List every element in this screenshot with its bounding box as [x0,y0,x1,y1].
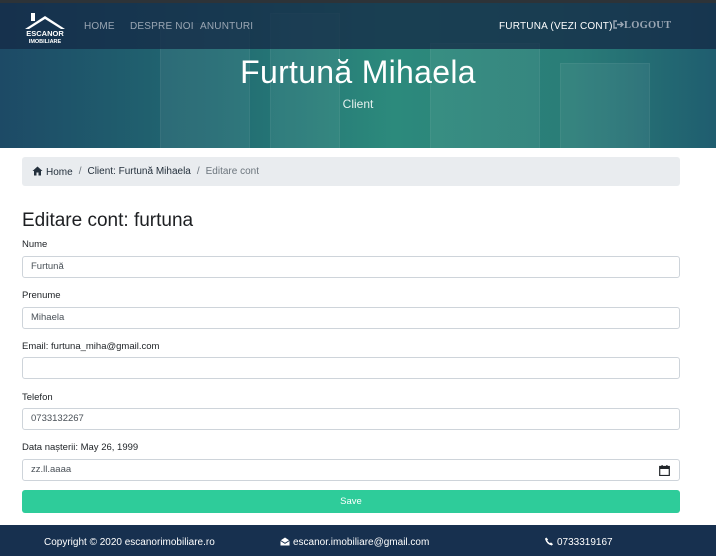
breadcrumb: Home / Client: Furtună Mihaela / Editare… [22,157,680,186]
logout-icon [613,20,624,29]
label-telefon: Telefon [22,392,53,403]
email-input[interactable] [22,357,680,379]
nav-home[interactable]: HOME [84,21,115,32]
site-logo[interactable]: ESCANOR IMOBILIARE [22,11,68,45]
nav-despre-noi[interactable]: DESPRE NOI [130,21,194,32]
nav-logout[interactable]: LOGOUT [613,20,671,31]
breadcrumb-separator: / [78,166,82,177]
breadcrumb-current: Editare cont [205,166,260,177]
save-button[interactable]: Save [22,490,680,513]
breadcrumb-separator: / [196,166,200,177]
nav-account[interactable]: FURTUNA (VEZI CONT) [499,21,613,32]
footer-copyright: Copyright © 2020 escanorimobiliare.ro [44,537,215,548]
nume-input[interactable]: Furtună [22,256,680,278]
birthdate-placeholder: zz.ll.aaaa [31,464,72,475]
label-prenume: Prenume [22,290,61,301]
nav-anunturi[interactable]: ANUNTURI [200,21,253,32]
prenume-input[interactable]: Mihaela [22,307,680,329]
hero-banner: ESCANOR IMOBILIARE HOME DESPRE NOI ANUNT… [0,3,716,148]
telefon-input[interactable]: 0733132267 [22,408,680,430]
svg-text:IMOBILIARE: IMOBILIARE [29,39,62,45]
breadcrumb-home[interactable]: Home [32,166,73,178]
breadcrumb-home-label: Home [46,166,73,178]
footer: Copyright © 2020 escanorimobiliare.ro es… [0,525,716,556]
breadcrumb-client[interactable]: Client: Furtună Mihaela [87,166,190,177]
svg-text:ESCANOR: ESCANOR [26,29,64,38]
hero-title: Furtună Mihaela [240,54,476,90]
logout-label: LOGOUT [624,20,672,31]
navbar: ESCANOR IMOBILIARE HOME DESPRE NOI ANUNT… [0,3,716,49]
label-nume: Nume [22,239,48,250]
hero-subtitle: Client [342,97,374,111]
home-icon [32,166,43,175]
calendar-icon[interactable] [659,465,670,476]
phone-icon [544,537,554,546]
label-email: Email: furtuna_miha@gmail.com [22,341,160,352]
footer-email[interactable]: escanor.imobiliare@gmail.com [280,537,429,548]
footer-email-label: escanor.imobiliare@gmail.com [293,537,430,548]
footer-phone-label: 0733319167 [557,537,613,548]
birthdate-input[interactable]: zz.ll.aaaa [22,459,680,481]
logo-icon: ESCANOR IMOBILIARE [25,13,65,45]
footer-phone[interactable]: 0733319167 [544,537,613,548]
page-heading: Editare cont: furtuna [22,210,194,231]
label-data-nasterii: Data nașterii: May 26, 1999 [22,442,139,453]
envelope-icon [280,537,290,546]
